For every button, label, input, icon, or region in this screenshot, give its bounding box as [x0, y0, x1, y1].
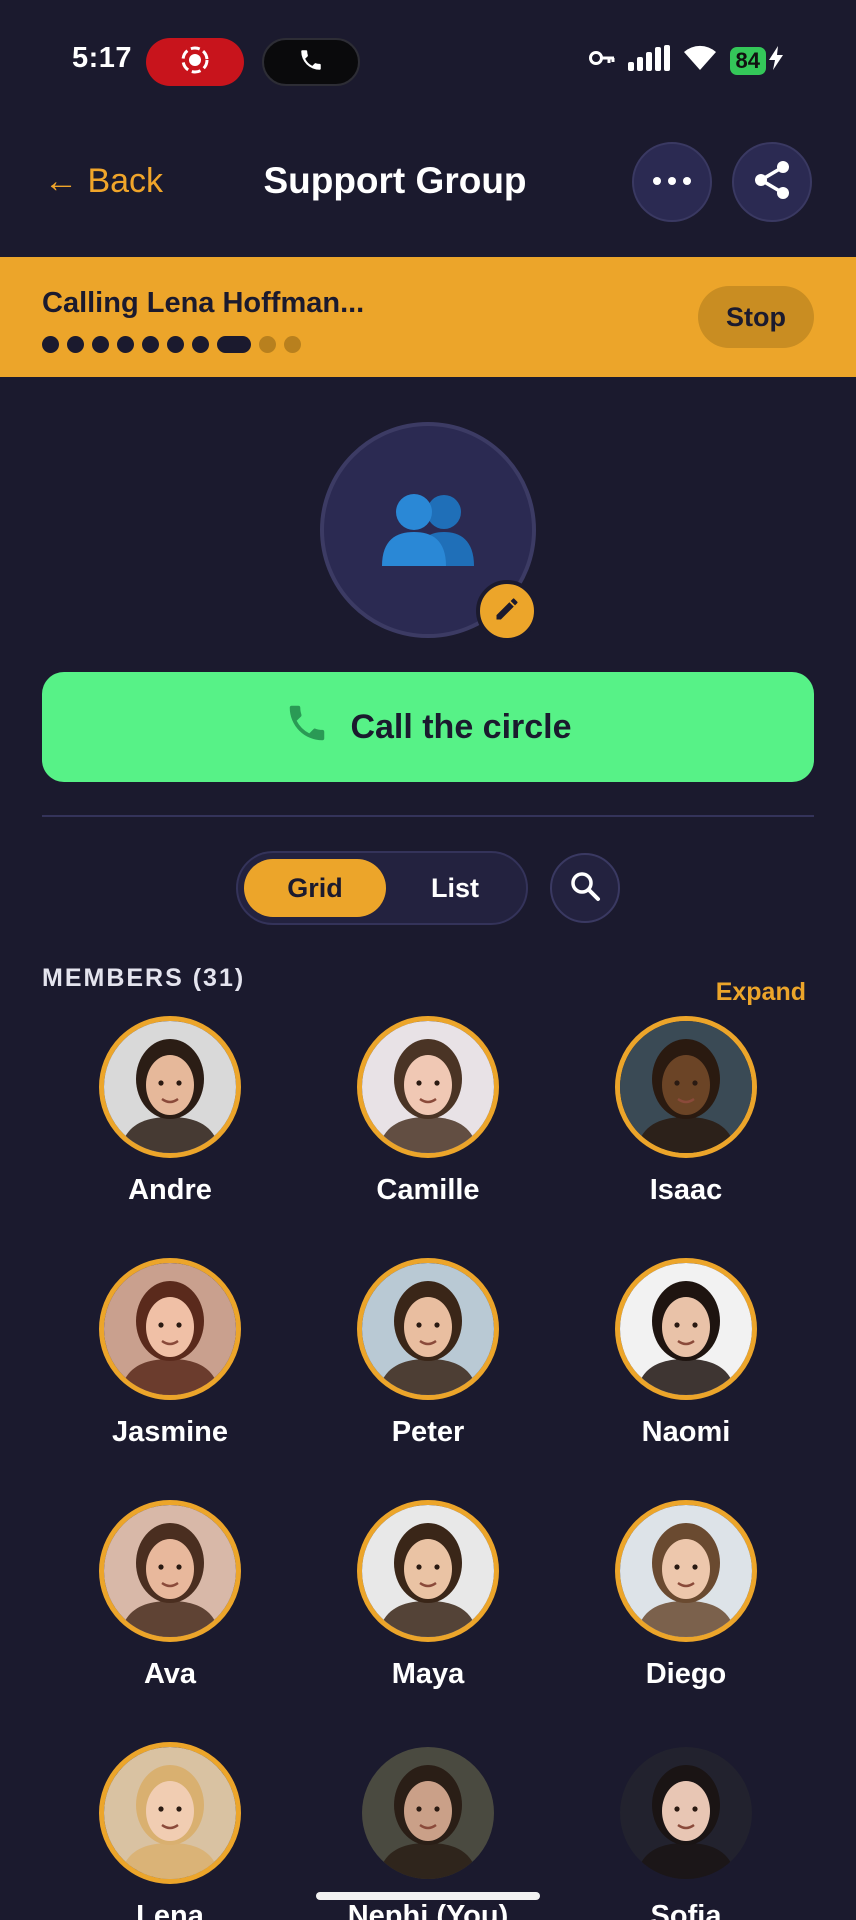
wifi-icon [682, 44, 718, 77]
grid-view-tab[interactable]: Grid [244, 859, 386, 917]
stop-calling-button[interactable]: Stop [698, 286, 814, 348]
member-tile[interactable]: Naomi [576, 1258, 796, 1449]
list-view-tab[interactable]: List [388, 859, 522, 917]
member-name: Camille [376, 1174, 480, 1206]
vpn-key-icon [588, 48, 616, 73]
phone-icon [284, 700, 330, 755]
search-icon [569, 870, 601, 907]
member-name: Nephi (You) [347, 1900, 509, 1920]
ongoing-call-indicator[interactable] [262, 38, 360, 86]
call-the-circle-button[interactable]: Call the circle [42, 672, 814, 782]
member-name: Maya [391, 1658, 465, 1690]
member-name: Naomi [641, 1416, 731, 1448]
progress-dot [167, 336, 184, 353]
call-progress-dots [42, 336, 301, 353]
member-avatar [99, 1742, 241, 1884]
page-title: Support Group [263, 160, 527, 201]
progress-dot [259, 336, 276, 353]
phone-icon [298, 47, 324, 78]
battery-indicator: 84 [729, 44, 786, 77]
screen-record-icon [180, 45, 210, 80]
member-tile[interactable]: Peter [318, 1258, 538, 1449]
progress-dot [192, 336, 209, 353]
people-icon [378, 488, 478, 573]
progress-dot [92, 336, 109, 353]
signal-icon [627, 45, 670, 76]
search-members-button[interactable] [550, 853, 620, 923]
member-name: Andre [128, 1174, 212, 1206]
home-indicator[interactable] [316, 1892, 540, 1900]
member-tile[interactable]: Camille [318, 1016, 538, 1207]
status-icons: 84 [588, 44, 786, 77]
share-icon [753, 160, 791, 205]
status-bar: 5:17 84 [0, 0, 856, 120]
member-tile[interactable]: Jasmine [60, 1258, 280, 1449]
member-avatar [99, 1500, 241, 1642]
more-button[interactable] [632, 142, 712, 222]
share-button[interactable] [732, 142, 812, 222]
member-avatar [615, 1500, 757, 1642]
member-avatar [357, 1258, 499, 1400]
member-tile[interactable]: Andre [60, 1016, 280, 1207]
expand-members-link[interactable]: Expand [716, 978, 806, 1007]
member-name: Ava [143, 1658, 197, 1690]
progress-dot-current [217, 336, 251, 353]
member-name: Sofia [650, 1900, 722, 1920]
member-name: Jasmine [111, 1416, 229, 1448]
battery-level: 84 [729, 46, 766, 75]
member-tile[interactable]: Diego [576, 1500, 796, 1691]
pencil-icon [493, 595, 521, 628]
members-header: MEMBERS (31) [42, 964, 246, 992]
progress-dot [142, 336, 159, 353]
progress-dot [67, 336, 84, 353]
battery-charging-icon [766, 44, 786, 77]
member-avatar [357, 1016, 499, 1158]
member-tile[interactable]: Maya [318, 1500, 538, 1691]
back-label: ← Back [44, 162, 164, 200]
member-name: Lena [136, 1900, 204, 1920]
member-avatar [99, 1016, 241, 1158]
screen: 5:17 84 ← Back Support Group Calling Len… [0, 0, 856, 1920]
member-avatar [615, 1258, 757, 1400]
member-tile[interactable]: Lena [60, 1742, 280, 1920]
member-avatar [357, 1500, 499, 1642]
screen-record-indicator[interactable] [146, 38, 244, 86]
member-avatar [99, 1258, 241, 1400]
member-avatar [615, 1016, 757, 1158]
member-name: Peter [391, 1416, 465, 1448]
member-name: Isaac [649, 1174, 723, 1206]
calling-status-text: Calling Lena Hoffman... [42, 287, 365, 319]
progress-dot [42, 336, 59, 353]
progress-dot [117, 336, 134, 353]
member-tile[interactable]: Ava [60, 1500, 280, 1691]
back-button[interactable]: ← Back [44, 162, 163, 201]
more-horizontal-icon [652, 173, 692, 191]
call-button-label: Call the circle [350, 707, 572, 746]
member-name: Diego [645, 1658, 727, 1690]
status-time: 5:17 [72, 42, 133, 74]
divider [42, 815, 814, 817]
member-tile[interactable]: Isaac [576, 1016, 796, 1207]
member-avatar [615, 1742, 757, 1884]
progress-dot [284, 336, 301, 353]
view-toggle: Grid List [236, 851, 528, 925]
member-tile[interactable]: Sofia [576, 1742, 796, 1920]
edit-group-avatar-button[interactable] [476, 580, 538, 642]
member-avatar [357, 1742, 499, 1884]
